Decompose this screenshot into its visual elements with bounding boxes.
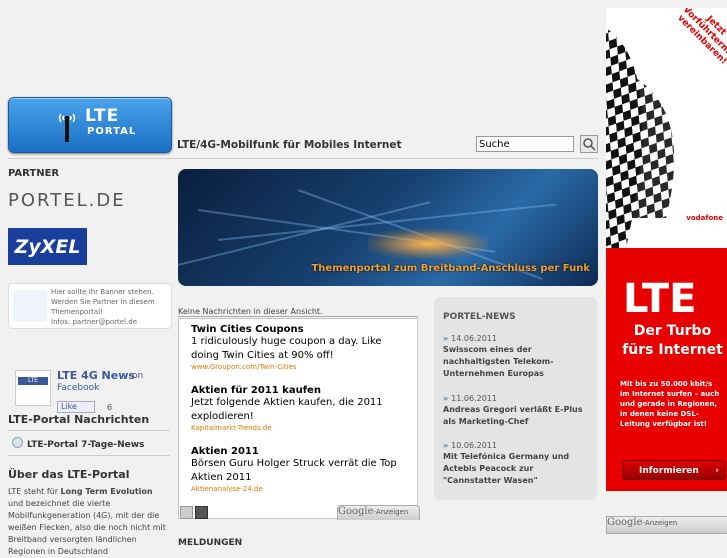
news-headline[interactable]: Andreas Gregori verläßt E-Plus als Marke…	[443, 404, 593, 428]
about-text-part: und bezeichnet die vierte Mobilfunkgener…	[8, 499, 166, 556]
facebook-like-button[interactable]: Like	[57, 401, 95, 413]
arrow-icon: »	[443, 394, 449, 403]
informieren-button[interactable]: Informieren ›	[622, 460, 726, 480]
no-news-message: Keine Nachrichten in dieser Ansicht.	[178, 307, 323, 316]
sidebar-item-7-tage-news[interactable]: LTE-Portal 7-Tage-News	[12, 437, 144, 450]
hero-caption: Themenportal zum Breitband-Anschluss per…	[311, 263, 590, 274]
news-item[interactable]: » 10.06.2011 Mit Telefónica Germany und A…	[443, 441, 593, 487]
partner-heading: PARTNER	[8, 168, 60, 179]
ad-body-text: Mit bis zu 50.000 kbit/s im Internet sur…	[620, 380, 720, 428]
news-date: 10.06.2011	[451, 441, 497, 450]
ad-url[interactable]: Kapitalmarkt-Trends.de	[191, 424, 411, 432]
google-logo-text: Google	[338, 506, 374, 517]
chevron-right-icon: ›	[715, 466, 719, 476]
news-date: 11.06.2011	[451, 394, 497, 403]
checkered-flag-graphic: Jetzt Vorführtermin vereinbaren! vodafon…	[606, 8, 727, 248]
antenna-tower-icon	[58, 113, 76, 142]
portel-news-title: PORTEL-NEWS	[443, 312, 516, 322]
portel-partner-logo[interactable]: PORTEL.DE	[8, 190, 126, 211]
search-icon	[583, 138, 596, 151]
hero-banner: Themenportal zum Breitband-Anschluss per…	[178, 169, 598, 286]
ad-lte-heading: LTE	[623, 276, 697, 322]
lte-portal-logo[interactable]: LTE PORTAL	[8, 97, 172, 153]
informieren-label: Informieren	[639, 466, 699, 476]
news-headline[interactable]: Mit Telefónica Germany und Actebis Peaco…	[443, 451, 593, 487]
ad-description: Börsen Guru Holger Struck verrät die Top…	[191, 458, 397, 483]
facebook-link[interactable]: Facebook	[57, 383, 99, 393]
portel-news-box: PORTEL-NEWS » 14.06.2011 Swisscom eines d…	[434, 297, 597, 500]
arrow-icon: »	[443, 334, 449, 343]
facebook-on-text: on	[132, 371, 144, 381]
site-tagline: LTE/4G-Mobilfunk für Mobiles Internet	[177, 139, 402, 151]
banner-placeholder-icon	[13, 290, 47, 322]
facebook-like-count: 6	[107, 403, 113, 412]
search-input[interactable]	[476, 136, 574, 152]
vodafone-brand: vodafone	[686, 214, 723, 222]
search-button[interactable]	[580, 135, 598, 153]
partner-banner-placeholder[interactable]: Hier sollte Ihr Banner stehen. Werden Si…	[8, 283, 172, 329]
ads-suffix: -Anzeigen	[642, 519, 678, 527]
about-text-part: LTE steht für	[8, 487, 61, 496]
fb-avatar-label: LTE	[18, 377, 48, 385]
zyxel-partner-logo[interactable]: ZyXEL	[8, 228, 87, 265]
content-divider	[178, 316, 418, 317]
ad-url[interactable]: www.Groupon.com/Twin-Cities	[191, 363, 411, 371]
ad-item[interactable]: Aktien für 2011 kaufen Jetzt folgende Ak…	[191, 385, 411, 432]
news-item[interactable]: » 14.06.2011 Swisscom eines der nachhalti…	[443, 334, 593, 380]
about-text: LTE steht für Long Term Evolution und be…	[8, 486, 170, 558]
facebook-page-name[interactable]: LTE 4G News	[57, 369, 135, 382]
meldungen-heading: MELDUNGEN	[178, 538, 243, 548]
vodafone-lte-ad[interactable]: Jetzt Vorführtermin vereinbaren! vodafon…	[606, 8, 727, 491]
banner-contact: Infos: partner@portel.de	[51, 318, 138, 326]
ad-description: Jetzt folgende Aktien kaufen, die 2011 e…	[191, 397, 383, 422]
ad-item[interactable]: Twin Cities Coupons 1 ridiculously huge …	[191, 324, 411, 371]
ad-item[interactable]: Aktien 2011 Börsen Guru Holger Struck ve…	[191, 446, 411, 493]
ad-title[interactable]: Twin Cities Coupons	[191, 324, 411, 335]
facebook-page-avatar[interactable]: LTE	[15, 370, 51, 406]
ad-title[interactable]: Aktien 2011	[191, 446, 411, 457]
google-ads-box: Twin Cities Coupons 1 ridiculously huge …	[178, 318, 418, 519]
about-heading: Über das LTE-Portal	[8, 468, 130, 481]
ad-url[interactable]: Aktienanalyse-24.de	[191, 485, 411, 493]
google-ads-label[interactable]: Google-Anzeigen	[337, 505, 420, 520]
news-date: 14.06.2011	[451, 334, 497, 343]
logo-portal-text: PORTAL	[87, 126, 137, 137]
sidebar-item-label: LTE-Portal 7-Tage-News	[27, 440, 145, 450]
arrow-circle-icon	[12, 437, 23, 448]
ads-suffix: -Anzeigen	[373, 508, 409, 516]
sidebar-divider	[8, 455, 170, 456]
banner-text: Hier sollte Ihr Banner stehen. Werden Si…	[51, 288, 155, 316]
arrow-icon: »	[443, 441, 449, 450]
google-logo-text: Google	[607, 517, 643, 528]
ad-description: 1 ridiculously huge coupon a day. Like d…	[191, 336, 382, 361]
news-item[interactable]: » 11.06.2011 Andreas Gregori verläßt E-Pl…	[443, 394, 593, 428]
news-headline[interactable]: Swisscom eines der nachhaltigsten Teleko…	[443, 344, 593, 380]
sidebar-divider	[8, 430, 170, 431]
ad-title[interactable]: Aktien für 2011 kaufen	[191, 385, 411, 396]
about-text-bold: Long Term Evolution	[60, 487, 153, 496]
ads-prev-button[interactable]	[180, 506, 193, 519]
logo-lte-text: LTE	[85, 106, 120, 126]
ads-next-button[interactable]	[195, 506, 208, 519]
right-google-ads-bar[interactable]: Google-Anzeigen	[606, 516, 727, 534]
header-divider	[8, 158, 598, 159]
ad-turbo-text: Der Turbo fürs Internet	[622, 323, 723, 358]
nachrichten-heading: LTE-Portal Nachrichten	[8, 413, 150, 426]
